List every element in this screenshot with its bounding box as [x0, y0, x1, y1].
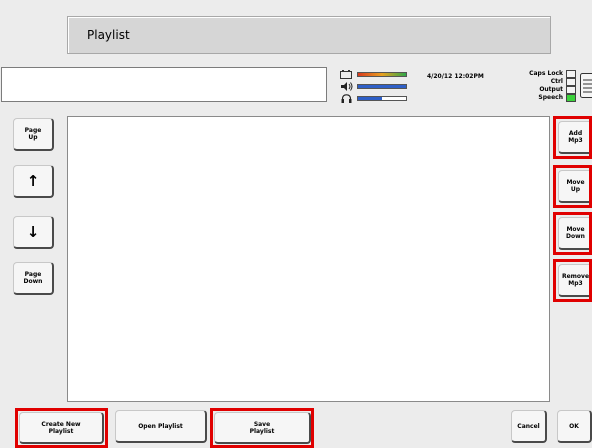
add-mp3-button[interactable]: Add Mp3 [558, 121, 592, 154]
text-display-field[interactable] [1, 67, 327, 102]
playlist-list[interactable] [67, 116, 550, 402]
datetime: 4/20/12 12:02PM [427, 73, 484, 80]
battery-meter [357, 72, 407, 77]
cancel-button[interactable]: Cancel [511, 410, 547, 443]
headphones-row [340, 94, 407, 103]
battery-icon [340, 70, 353, 79]
scroll-down-button[interactable]: ↓ [13, 216, 54, 249]
page-down-button[interactable]: Page Down [13, 262, 54, 295]
remove-mp3-button[interactable]: Remove Mp3 [558, 264, 592, 297]
document-icon[interactable] [580, 73, 592, 102]
move-up-button[interactable]: Move Up [558, 170, 592, 203]
page-title: Playlist [67, 16, 551, 54]
caps-lock-label: Caps Lock [529, 70, 563, 77]
volume-meter [357, 84, 407, 89]
output-label: Output [539, 86, 563, 93]
battery-row [340, 70, 407, 79]
page-up-button[interactable]: Page Up [13, 118, 54, 151]
ctrl-label: Ctrl [550, 78, 563, 85]
status-panel: 4/20/12 12:02PM Caps Lock Ctrl Output Sp… [336, 67, 592, 105]
move-down-button[interactable]: Move Down [558, 217, 592, 250]
caps-lock-indicator [566, 70, 576, 78]
up-arrow-icon: ↑ [26, 171, 40, 190]
headphones-icon [340, 94, 353, 103]
output-indicator [566, 86, 576, 94]
ctrl-indicator [566, 78, 576, 86]
speech-label: Speech [538, 94, 563, 101]
headphones-meter [357, 96, 407, 101]
open-playlist-button[interactable]: Open Playlist [115, 410, 207, 443]
down-arrow-icon: ↓ [26, 222, 40, 241]
volume-row [340, 82, 407, 91]
save-playlist-button[interactable]: Save Playlist [214, 412, 311, 444]
speaker-icon [340, 82, 353, 91]
scroll-up-button[interactable]: ↑ [13, 165, 54, 198]
create-new-playlist-button[interactable]: Create New Playlist [19, 412, 104, 444]
ok-button[interactable]: OK [557, 410, 592, 443]
speech-indicator [566, 94, 576, 102]
